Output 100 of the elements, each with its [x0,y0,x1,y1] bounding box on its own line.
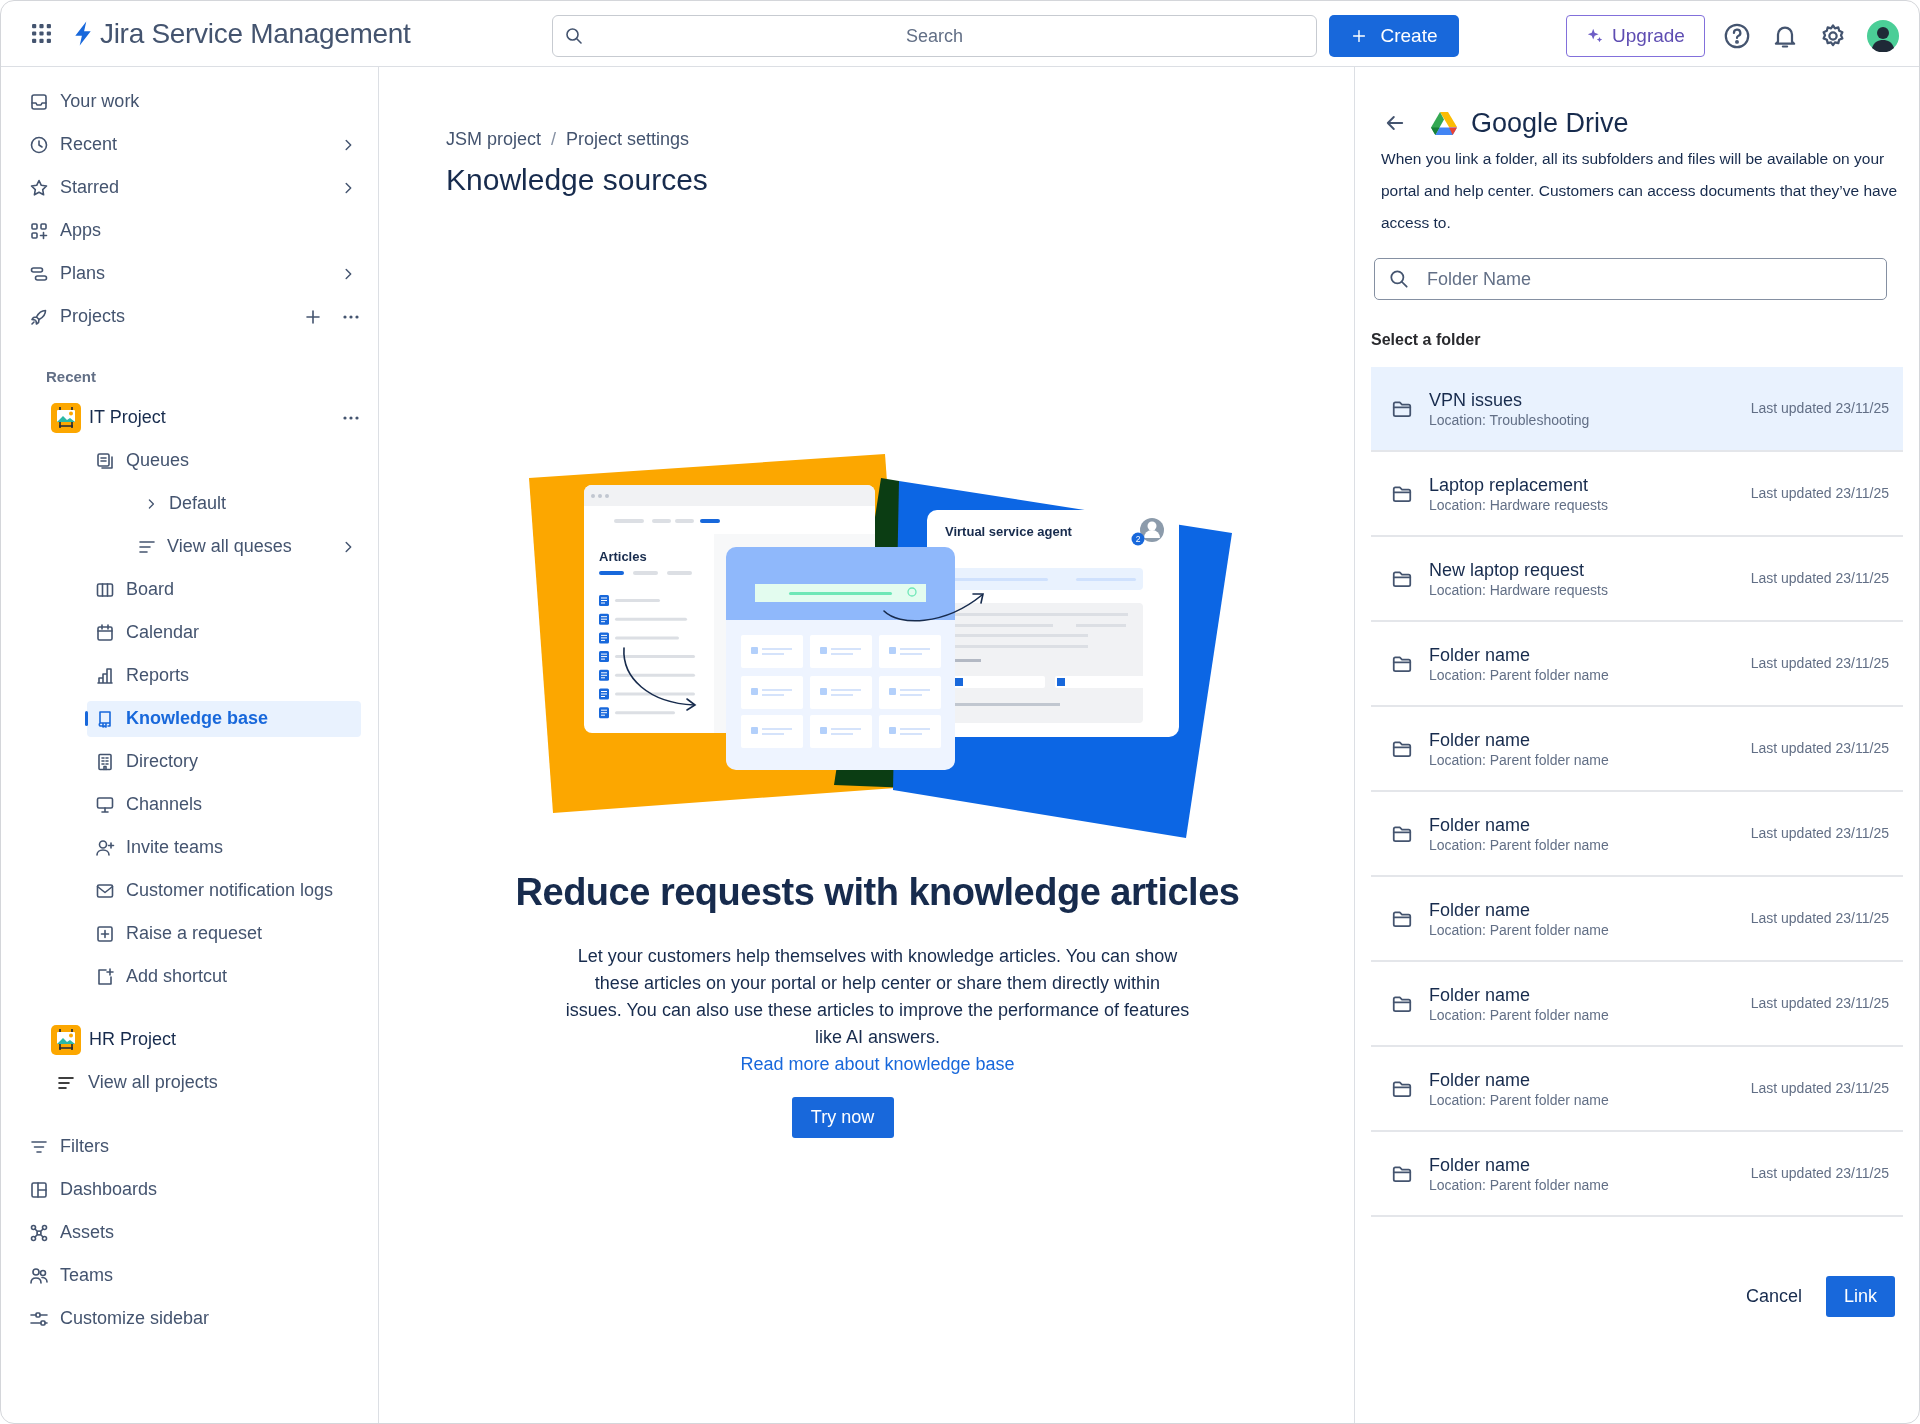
sidebar-item[interactable]: Customer notification logs [87,872,361,909]
illustration-heading: Articles [598,549,647,564]
folder-location: Location: Parent folder name [1429,835,1609,854]
chart-icon [95,665,115,686]
sidebar-item[interactable]: View all queses [87,528,361,565]
sidebar-item[interactable]: Invite teams [87,829,361,866]
read-more-link[interactable]: Read more about knowledge base [740,1051,1015,1078]
apps-icon [29,220,49,241]
folder-location: Location: Parent folder name [1429,665,1609,684]
bolt-icon [72,20,94,47]
project-name[interactable]: IT Project [89,404,166,431]
illustration-heading: Virtual service agent [944,524,1072,539]
sidebar-item[interactable]: Projects [28,298,361,335]
link-button[interactable]: Link [1826,1276,1895,1317]
sidebar-item[interactable]: Default [87,485,361,522]
cancel-button[interactable]: Cancel [1741,1276,1806,1317]
selection-indicator [85,711,88,726]
last-updated-text: Last updated 23/11/25 [1750,399,1889,418]
last-updated-text: Last updated 23/11/25 [1750,654,1889,673]
last-updated-text: Last updated 23/11/25 [1750,824,1889,843]
sidebar-item[interactable]: Recent [28,126,361,163]
sparkle-icon [1586,27,1605,45]
folder-location: Location: Hardware requests [1429,580,1608,599]
last-updated-text: Last updated 23/11/25 [1750,569,1889,588]
folder-location: Location: Parent folder name [1429,920,1609,939]
dashboard-icon [29,1179,49,1200]
project-avatar-icon [51,1024,81,1055]
upgrade-button[interactable]: Upgrade [1566,15,1705,57]
folder-location: Location: Hardware requests [1429,495,1608,514]
try-now-button[interactable]: Try now [791,1097,894,1138]
project-name[interactable]: HR Project [89,1026,177,1053]
folder-location: Location: Parent folder name [1429,1005,1609,1024]
breadcrumb-separator: / [551,127,557,151]
product-name: Jira Service Management [100,16,411,51]
folder-row[interactable]: VPN issues Location: Troubleshooting Last updated 23/11/25 [1371,367,1903,452]
folder-search-field[interactable]: Folder Name [1374,258,1887,300]
folder-location: Location: Parent folder name [1429,750,1609,769]
sidebar-item[interactable]: Add shortcut [87,958,361,995]
last-updated-text: Last updated 23/11/25 [1750,1079,1889,1098]
panel-description: When you link a folder, all its subfolders and files will be available on your portal and help center. Customers can access documents that they’ve have access to. [1381,149,1899,233]
section-heading: Reduce requests with knowledge articles [514,870,1241,915]
search-field[interactable]: Search [552,15,1317,57]
folder-location: Location: Parent folder name [1429,1175,1609,1194]
view-all-projects-link[interactable]: View all projects [88,1069,218,1096]
panel-title: Google Drive [1471,106,1629,140]
drive-logo-icon [1431,111,1457,135]
sidebar-item[interactable]: Directory [87,743,361,780]
search-icon [564,26,584,46]
breadcrumb-link[interactable]: Project settings [566,125,690,153]
star-icon [29,177,49,198]
sidebar-item[interactable]: Channels [87,786,361,823]
add-person-icon [95,837,115,858]
breadcrumb-link[interactable]: JSM project [446,125,542,153]
add-shortcut-icon [95,966,115,987]
sidebar-item[interactable]: Assets [28,1214,361,1251]
queue-icon [95,450,115,471]
inbox-icon [29,91,49,112]
sidebar-item[interactable]: Reports [87,657,361,694]
folder-name: Folder name [1429,1068,1532,1091]
last-updated-text: Last updated 23/11/25 [1750,909,1889,928]
last-updated-text: Last updated 23/11/25 [1750,994,1889,1013]
folder-name: Folder name [1429,728,1532,751]
people-icon [29,1265,49,1286]
clock-icon [29,134,49,155]
description-text: Let your customers help themselves with knowledge articles. You can show these articles on your portal or help center or share them directly within issues. You can also use these articles to improve the performance of features like AI answers. [565,945,1190,1049]
plus-square-icon [95,923,115,944]
page-title: Knowledge sources [446,162,709,198]
sidebar-item[interactable]: Starred [28,169,361,206]
sidebar-item[interactable]: Dashboards [28,1171,361,1208]
folder-location: Location: Parent folder name [1429,1090,1609,1109]
sidebar-item[interactable]: Raise a requeset [87,915,361,952]
create-button[interactable]: Create [1329,15,1459,57]
sidebar-item[interactable]: Board [87,571,361,608]
folder-name: Folder name [1429,1153,1532,1176]
help-icon[interactable] [1723,22,1751,50]
monitor-icon [95,794,115,815]
folder-name: Folder name [1429,813,1532,836]
sidebar-item[interactable]: Customize sidebar [28,1300,361,1337]
sidebar-item[interactable]: Teams [28,1257,361,1294]
list-heading: Select a folder [1371,330,1482,350]
folder-location: Location: Troubleshooting [1429,410,1590,429]
folder-name: VPN issues [1429,388,1524,411]
sidebar-item[interactable]: Calendar [87,614,361,651]
folder-name: Folder name [1429,983,1532,1006]
sidebar-item[interactable]: Knowledge base [87,700,361,737]
avatar-icon[interactable] [1867,20,1899,52]
last-updated-text: Last updated 23/11/25 [1750,484,1889,503]
project-avatar-icon [51,402,81,433]
sidebar-item[interactable]: Filters [28,1128,361,1165]
folder-name: Folder name [1429,643,1532,666]
app-switcher-icon[interactable] [31,23,52,44]
sidebar-item[interactable]: Your work [28,83,361,120]
sidebar-item[interactable]: Apps [28,212,361,249]
last-updated-text: Last updated 23/11/25 [1750,739,1889,758]
last-updated-text: Last updated 23/11/25 [1750,1164,1889,1183]
sidebar-item[interactable]: Queues [87,442,361,479]
sidebar-item[interactable]: Plans [28,255,361,292]
count-badge: 2 [1131,532,1144,546]
folder-name: New laptop request [1429,558,1586,581]
folder-name: Folder name [1429,898,1532,921]
